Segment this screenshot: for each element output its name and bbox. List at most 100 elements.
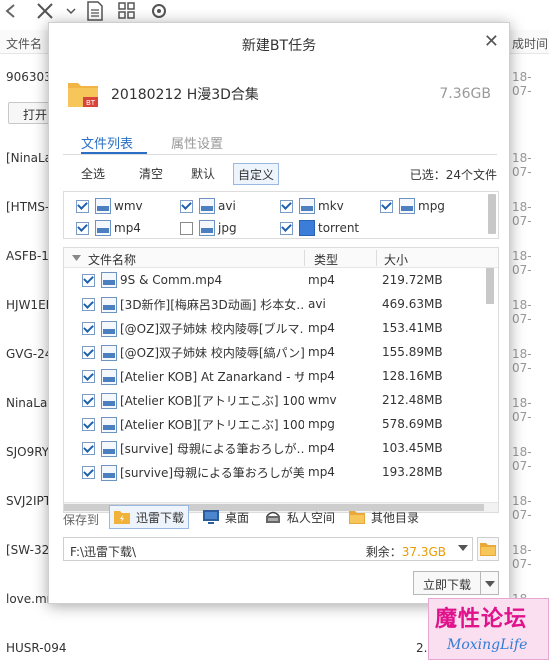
type-filter-torrent[interactable]: torrent	[280, 218, 359, 238]
type-filter-jpg[interactable]: jpg	[180, 218, 237, 238]
video-file-icon	[95, 220, 111, 236]
checkbox[interactable]	[380, 199, 393, 213]
header-filename[interactable]: 文件名称	[88, 251, 136, 268]
torrent-size: 7.36GB	[439, 86, 491, 102]
video-file-icon	[399, 198, 415, 214]
custom-selection-button[interactable]: 自定义	[233, 163, 280, 185]
video-file-icon	[95, 198, 111, 214]
table-row[interactable]: [@OZ]双子姉妹 校内陵辱[縞パン]… mp4 155.89MB	[64, 340, 484, 364]
select-all-button[interactable]: 全选	[77, 163, 109, 185]
watermark-logo: 魔性论坛 MoxingLife	[428, 598, 549, 660]
video-file-icon	[101, 296, 117, 313]
tab-file-list[interactable]: 文件列表	[81, 133, 133, 152]
video-file-icon	[101, 464, 117, 481]
save-to-label: 保存到	[63, 513, 100, 527]
checkbox[interactable]	[76, 199, 89, 213]
checkbox[interactable]	[82, 394, 95, 407]
svg-text:BT: BT	[86, 99, 96, 107]
tab-bar: 文件列表 属性设置	[63, 131, 497, 155]
header-size[interactable]: 大小	[384, 251, 408, 268]
save-option-private-space[interactable]: 私人空间	[261, 505, 339, 529]
file-list-header: 文件名称 类型 大小	[64, 248, 498, 268]
save-option-thunder[interactable]: 迅雷下载	[109, 505, 190, 529]
save-location-row: 保存到 迅雷下载 桌面 私人空间 其他目录	[63, 505, 497, 531]
checkbox[interactable]	[82, 418, 95, 431]
browse-folder-button[interactable]	[477, 537, 499, 561]
bt-folder-icon: BT	[68, 83, 98, 107]
image-file-icon	[199, 220, 215, 236]
chevron-down-icon[interactable]	[60, 0, 82, 22]
type-filter-avi[interactable]: avi	[180, 196, 236, 216]
table-row[interactable]: [3D新作][梅麻呂3D动画] 杉本女… avi 469.63MB	[64, 292, 484, 316]
active-tab-indicator	[81, 152, 147, 154]
video-file-icon	[299, 198, 315, 214]
file-list-vertical-scrollbar[interactable]	[486, 268, 494, 304]
new-bt-task-dialog: 新建BT任务 ✕ BT 20180212 H漫3D合集 7.36GB 文件列表 …	[48, 22, 510, 604]
video-file-icon	[101, 416, 117, 433]
dialog-title: 新建BT任务	[241, 38, 317, 54]
checkbox[interactable]	[180, 199, 193, 213]
checkbox[interactable]	[280, 221, 293, 235]
checkbox[interactable]	[82, 442, 95, 455]
save-path-text: F:\迅雷下载\	[70, 545, 137, 559]
checkbox[interactable]	[76, 221, 89, 235]
header-type[interactable]: 类型	[314, 251, 338, 268]
video-file-icon	[101, 368, 117, 385]
table-row[interactable]: [survive]母親による筆おろしが美… mp4 193.28MB	[64, 460, 484, 484]
chevron-down-icon[interactable]	[458, 545, 468, 551]
private-space-icon	[266, 511, 280, 523]
table-row[interactable]: [@OZ]双子姉妹 校内陵辱[ブルマ… mp4 153.41MB	[64, 316, 484, 340]
remaining-space: 剩余：37.3GB	[365, 545, 446, 559]
table-row[interactable]: [Atelier KOB][アトリエこぶ] 100… wmv 212.48MB	[64, 388, 484, 412]
save-option-other-directory[interactable]: 其他目录	[345, 505, 423, 529]
save-path-input[interactable]: F:\迅雷下载\ 剩余：37.3GB	[63, 537, 473, 561]
checkbox[interactable]	[82, 346, 95, 359]
desktop-icon	[203, 510, 219, 524]
watermark-title: 魔性论坛	[435, 606, 528, 632]
back-arrow-icon[interactable]	[0, 0, 22, 22]
video-file-icon	[101, 272, 117, 288]
table-row[interactable]: [Atelier KOB] At Zanarkand - ザナ… mp4 128…	[64, 364, 484, 388]
checkbox[interactable]	[82, 322, 95, 335]
table-row[interactable]: [Atelier KOB][アトリエこぶ] 100… mpg 578.69MB	[64, 412, 484, 436]
type-filter-wmv[interactable]: wmv	[76, 196, 143, 216]
torrent-name: 20180212 H漫3D合集	[111, 87, 259, 103]
save-option-desktop[interactable]: 桌面	[199, 505, 253, 529]
table-row[interactable]: [survive] 母親による筆おろしが… mp4 103.45MB	[64, 436, 484, 460]
selected-count: 已选：24个文件	[409, 168, 497, 182]
clear-selection-button[interactable]: 清空	[135, 163, 167, 185]
thunder-folder-icon	[114, 511, 130, 524]
settings-icon[interactable]	[148, 0, 170, 22]
type-filter-mp4[interactable]: mp4	[76, 218, 141, 238]
checkbox[interactable]	[82, 298, 95, 311]
video-file-icon	[101, 392, 117, 409]
filename-column-header[interactable]: 文件名	[6, 35, 42, 52]
checkbox[interactable]	[82, 370, 95, 383]
video-file-icon	[101, 440, 117, 457]
checkbox[interactable]	[82, 273, 95, 287]
video-file-icon	[199, 198, 215, 214]
delete-icon[interactable]	[34, 0, 56, 22]
download-now-button[interactable]: 立即下载	[413, 571, 481, 595]
selection-toolbar: 全选 清空 默认 自定义 已选：24个文件	[63, 161, 497, 185]
tab-properties[interactable]: 属性设置	[171, 133, 223, 152]
table-row[interactable]: 9S & Comm.mp4 mp4 219.72MB	[64, 268, 484, 292]
watermark-subtitle: MoxingLife	[447, 637, 528, 653]
file-list: 文件名称 类型 大小 9S & Comm.mp4 mp4 219.72MB [3…	[63, 247, 499, 513]
type-filter-mpg[interactable]: mpg	[380, 196, 445, 216]
download-options-dropdown[interactable]	[481, 571, 499, 595]
checkbox[interactable]	[82, 466, 95, 479]
type-filter-scrollbar[interactable]	[488, 194, 496, 234]
type-filter-mkv[interactable]: mkv	[280, 196, 344, 216]
folder-icon	[349, 511, 365, 524]
document-icon[interactable]	[84, 0, 106, 22]
close-icon[interactable]: ✕	[484, 31, 499, 52]
checkbox[interactable]	[180, 221, 193, 235]
time-column-header[interactable]: 成时间	[512, 35, 548, 52]
default-selection-button[interactable]: 默认	[187, 163, 219, 185]
video-file-icon	[101, 320, 117, 337]
video-file-icon	[101, 344, 117, 361]
grid-icon[interactable]	[116, 0, 138, 22]
collapse-icon[interactable]	[72, 255, 81, 261]
checkbox[interactable]	[280, 199, 293, 213]
